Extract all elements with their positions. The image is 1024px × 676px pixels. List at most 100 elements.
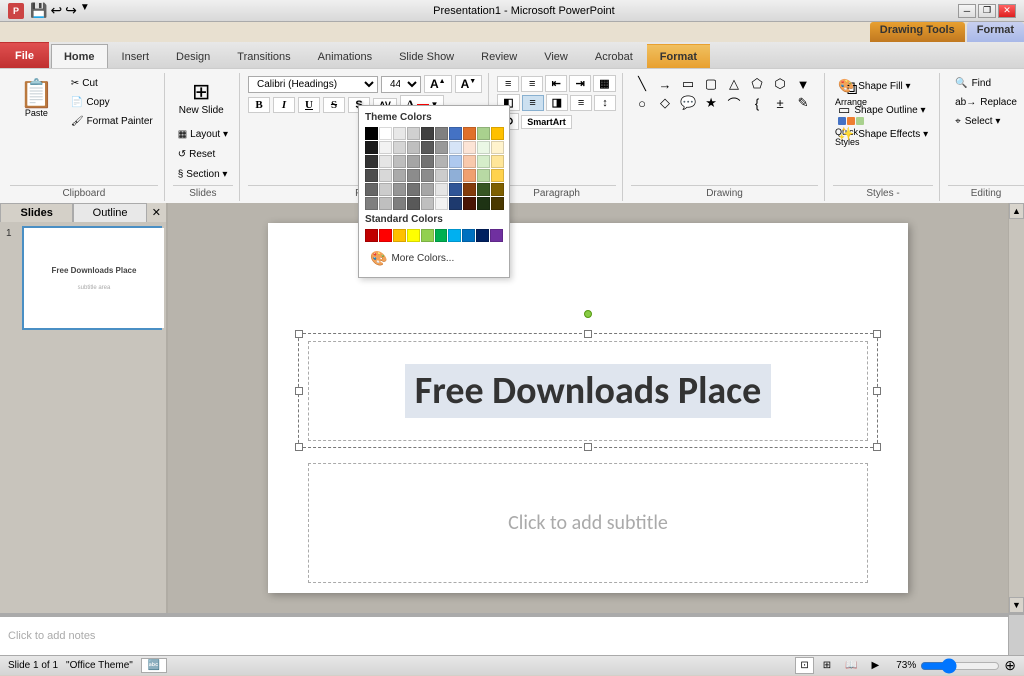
handle-top-left[interactable] (295, 330, 303, 338)
theme-color-swatch[interactable] (449, 155, 462, 168)
format-tab-label[interactable]: Format (967, 22, 1024, 42)
standard-color-swatch[interactable] (421, 229, 434, 242)
tab-insert[interactable]: Insert (109, 44, 163, 68)
standard-color-swatch[interactable] (379, 229, 392, 242)
theme-color-swatch[interactable] (435, 183, 448, 196)
format-painter-button[interactable]: 🖌 Format Painter (66, 113, 158, 130)
tab-file[interactable]: File (0, 42, 49, 68)
theme-color-swatch[interactable] (477, 141, 490, 154)
tab-format[interactable]: Format (647, 44, 710, 68)
theme-color-swatch[interactable] (435, 197, 448, 210)
view-slideshow-btn[interactable]: ▶ (867, 657, 885, 674)
theme-color-swatch[interactable] (477, 127, 490, 140)
theme-color-swatch[interactable] (449, 141, 462, 154)
scroll-down-btn[interactable]: ▼ (1009, 597, 1024, 613)
tab-home[interactable]: Home (51, 44, 108, 68)
theme-color-swatch[interactable] (365, 155, 378, 168)
theme-color-swatch[interactable] (421, 197, 434, 210)
theme-color-swatch[interactable] (379, 127, 392, 140)
theme-color-swatch[interactable] (365, 197, 378, 210)
theme-color-swatch[interactable] (407, 127, 420, 140)
strikethrough-btn[interactable]: S (323, 97, 345, 113)
theme-color-swatch[interactable] (435, 127, 448, 140)
shape-line[interactable]: ╲ (631, 75, 653, 93)
theme-color-swatch[interactable] (449, 127, 462, 140)
theme-color-swatch[interactable] (365, 169, 378, 182)
tab-outline[interactable]: Outline (73, 203, 146, 222)
cut-button[interactable]: ✂ Cut (66, 75, 158, 92)
theme-color-swatch[interactable] (463, 183, 476, 196)
restore-btn[interactable]: ❐ (978, 4, 996, 18)
theme-color-swatch[interactable] (491, 183, 504, 196)
canvas-area[interactable]: Free Downloads Place Click to add subtit… (168, 203, 1008, 613)
theme-color-swatch[interactable] (421, 183, 434, 196)
standard-color-swatch[interactable] (407, 229, 420, 242)
title-textbox[interactable]: Free Downloads Place (308, 341, 868, 441)
theme-color-swatch[interactable] (393, 169, 406, 182)
handle-bottom-right[interactable] (873, 443, 881, 451)
slide-thumbnail[interactable]: Free Downloads Place subtitle area (22, 226, 162, 330)
shape-chevron[interactable]: ⬠ (746, 75, 768, 93)
shape-diamond[interactable]: ◇ (654, 94, 676, 112)
standard-color-swatch[interactable] (462, 229, 475, 242)
theme-color-swatch[interactable] (393, 183, 406, 196)
shape-rect[interactable]: ▭ (677, 75, 699, 93)
align-right-btn[interactable]: ◨ (546, 94, 568, 111)
handle-top-mid[interactable] (584, 330, 592, 338)
theme-color-swatch[interactable] (393, 127, 406, 140)
standard-color-swatch[interactable] (365, 229, 378, 242)
theme-color-swatch[interactable] (407, 169, 420, 182)
shape-fill-button[interactable]: 🎨 Shape Fill ▾ (833, 75, 933, 97)
align-center-btn[interactable]: ≡ (522, 95, 544, 111)
new-slide-button[interactable]: ⊞ New Slide (173, 75, 230, 120)
theme-color-swatch[interactable] (421, 127, 434, 140)
shape-brace[interactable]: { (746, 94, 768, 112)
notes-area[interactable]: Click to add notes (0, 615, 1008, 655)
standard-color-swatch[interactable] (435, 229, 448, 242)
zoom-fit-btn[interactable]: ⊕ (1004, 657, 1016, 674)
layout-button[interactable]: ▦ Layout ▾ (173, 126, 233, 143)
close-btn[interactable]: ✕ (998, 4, 1016, 18)
theme-color-swatch[interactable] (491, 141, 504, 154)
quick-access-save[interactable]: 💾 (30, 2, 47, 19)
rotate-handle[interactable] (584, 310, 592, 318)
tab-acrobat[interactable]: Acrobat (582, 44, 646, 68)
tab-design[interactable]: Design (163, 44, 223, 68)
decrease-font-btn[interactable]: A▼ (455, 75, 483, 93)
theme-color-swatch[interactable] (491, 197, 504, 210)
decrease-indent-btn[interactable]: ⇤ (545, 75, 567, 92)
theme-color-swatch[interactable] (449, 169, 462, 182)
theme-color-swatch[interactable] (477, 183, 490, 196)
columns-btn[interactable]: ▦ (593, 75, 615, 92)
tab-slides[interactable]: Slides (0, 203, 73, 222)
numbering-btn[interactable]: ≡ (521, 76, 543, 92)
increase-indent-btn[interactable]: ⇥ (569, 75, 591, 92)
theme-color-swatch[interactable] (379, 141, 392, 154)
find-button[interactable]: 🔍 Find (948, 75, 1024, 92)
theme-color-swatch[interactable] (379, 155, 392, 168)
tab-review[interactable]: Review (468, 44, 530, 68)
font-family-select[interactable]: Calibri (Headings) (248, 76, 378, 93)
theme-color-swatch[interactable] (407, 141, 420, 154)
theme-color-swatch[interactable] (449, 197, 462, 210)
theme-color-swatch[interactable] (491, 127, 504, 140)
subtitle-textbox[interactable]: Click to add subtitle (308, 463, 868, 583)
shape-more[interactable]: ▼ (792, 75, 814, 93)
notes-scrollbar[interactable] (1008, 615, 1024, 655)
replace-button[interactable]: ab→ Replace (948, 94, 1024, 111)
bullets-btn[interactable]: ≡ (497, 76, 519, 92)
shape-rounded-rect[interactable]: ▢ (700, 75, 722, 93)
increase-font-btn[interactable]: A▲ (424, 75, 452, 93)
theme-color-swatch[interactable] (421, 169, 434, 182)
theme-color-swatch[interactable] (463, 127, 476, 140)
underline-btn[interactable]: U (298, 97, 320, 113)
standard-color-swatch[interactable] (393, 229, 406, 242)
shape-outline-button[interactable]: ▭ Shape Outline ▾ (833, 99, 933, 121)
theme-color-swatch[interactable] (421, 141, 434, 154)
theme-color-swatch[interactable] (463, 141, 476, 154)
theme-color-swatch[interactable] (365, 127, 378, 140)
minimize-btn[interactable]: ─ (958, 4, 976, 18)
shape-effects-button[interactable]: ✨ Shape Effects ▾ (833, 123, 933, 145)
theme-color-swatch[interactable] (449, 183, 462, 196)
theme-color-swatch[interactable] (435, 169, 448, 182)
